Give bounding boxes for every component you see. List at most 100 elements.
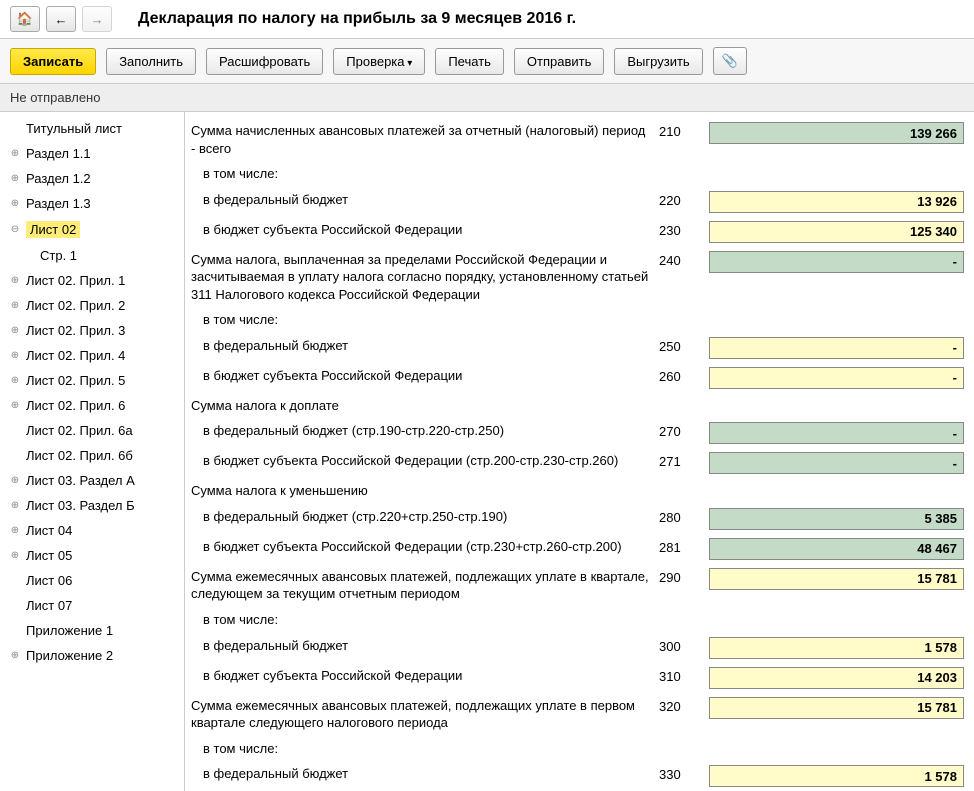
blank-icon bbox=[8, 424, 22, 438]
sidebar-item[interactable]: ⊕Лист 02. Прил. 2 bbox=[0, 293, 184, 318]
expand-icon[interactable]: ⊕ bbox=[8, 524, 22, 538]
row-label: Сумма налога, выплаченная за пределами Р… bbox=[185, 251, 659, 304]
sidebar-item[interactable]: Титульный лист bbox=[0, 116, 184, 141]
sidebar-item[interactable]: ⊕Лист 03. Раздел Б bbox=[0, 493, 184, 518]
fill-button[interactable]: Заполнить bbox=[106, 48, 196, 75]
sidebar-item[interactable]: ⊕Приложение 2 bbox=[0, 643, 184, 668]
expand-icon[interactable]: ⊕ bbox=[8, 499, 22, 513]
sidebar-item[interactable]: ⊕Лист 02. Прил. 6 bbox=[0, 393, 184, 418]
sidebar-item-label: Лист 02. Прил. 4 bbox=[26, 348, 125, 363]
row-label: в федеральный бюджет bbox=[185, 191, 659, 209]
row-label: в бюджет субъекта Российской Федерации bbox=[185, 367, 659, 385]
sidebar-item[interactable]: Приложение 1 bbox=[0, 618, 184, 643]
expand-icon[interactable]: ⊕ bbox=[8, 274, 22, 288]
row-label: в федеральный бюджет bbox=[185, 765, 659, 783]
sidebar-item-label: Раздел 1.3 bbox=[26, 196, 91, 211]
row-code: 300 bbox=[659, 637, 709, 654]
row-label: Сумма ежемесячных авансовых платежей, по… bbox=[185, 697, 659, 732]
row-label: в бюджет субъекта Российской Федерации (… bbox=[185, 452, 659, 470]
value-field[interactable] bbox=[709, 637, 964, 659]
row-code: 250 bbox=[659, 337, 709, 354]
value-field[interactable] bbox=[709, 422, 964, 444]
value-field[interactable] bbox=[709, 337, 964, 359]
expand-icon[interactable]: ⊕ bbox=[8, 549, 22, 563]
value-field[interactable] bbox=[709, 765, 964, 787]
sidebar-item[interactable]: ⊕ Раздел 1.2 bbox=[0, 166, 184, 191]
row-code: 260 bbox=[659, 367, 709, 384]
value-field[interactable] bbox=[709, 508, 964, 530]
value-field[interactable] bbox=[709, 667, 964, 689]
row-code: 320 bbox=[659, 697, 709, 714]
sidebar-item-label: Раздел 1.2 bbox=[26, 171, 91, 186]
expand-icon[interactable]: ⊕ bbox=[8, 299, 22, 313]
expand-icon[interactable]: ⊕ bbox=[8, 474, 22, 488]
row-label: в федеральный бюджет (стр.190-стр.220-ст… bbox=[185, 422, 659, 440]
expand-icon[interactable]: ⊕ bbox=[8, 147, 22, 161]
sidebar-item-label: Лист 02. Прил. 6б bbox=[26, 448, 133, 463]
expand-icon[interactable]: ⊕ bbox=[8, 399, 22, 413]
check-button[interactable]: Проверка bbox=[333, 48, 425, 75]
blank-icon bbox=[8, 624, 22, 638]
sidebar-item-label: Приложение 1 bbox=[26, 623, 113, 638]
form-row: в том числе: bbox=[185, 607, 964, 633]
value-field[interactable] bbox=[709, 697, 964, 719]
home-button[interactable]: 🏠 bbox=[10, 6, 40, 32]
collapse-icon[interactable]: ⊖ bbox=[8, 223, 22, 237]
value-field[interactable] bbox=[709, 251, 964, 273]
sidebar-item[interactable]: ⊖Лист 02 bbox=[0, 216, 184, 243]
form-row: в том числе: bbox=[185, 307, 964, 333]
sidebar-item[interactable]: ⊕ Раздел 1.3 bbox=[0, 191, 184, 216]
value-field[interactable] bbox=[709, 191, 964, 213]
expand-icon[interactable]: ⊕ bbox=[8, 172, 22, 186]
forward-button[interactable]: → bbox=[82, 6, 112, 32]
sidebar-item[interactable]: Лист 07 bbox=[0, 593, 184, 618]
sidebar-item[interactable]: Лист 06 bbox=[0, 568, 184, 593]
sidebar-item-label: Лист 07 bbox=[26, 598, 72, 613]
row-label: Сумма налога к доплате bbox=[185, 397, 964, 415]
sidebar-item-label: Титульный лист bbox=[26, 121, 122, 136]
blank-icon bbox=[8, 574, 22, 588]
row-label: Сумма начисленных авансовых платежей за … bbox=[185, 122, 659, 157]
expand-icon[interactable]: ⊕ bbox=[8, 324, 22, 338]
value-field[interactable] bbox=[709, 568, 964, 590]
row-label: в том числе: bbox=[185, 165, 964, 183]
sidebar-item[interactable]: ⊕Лист 05 bbox=[0, 543, 184, 568]
row-label: в федеральный бюджет bbox=[185, 337, 659, 355]
save-button[interactable]: Записать bbox=[10, 48, 96, 75]
page-title: Декларация по налогу на прибыль за 9 мес… bbox=[138, 10, 576, 28]
sidebar-item-label: Раздел 1.1 bbox=[26, 146, 91, 161]
blank-icon bbox=[8, 449, 22, 463]
expand-icon[interactable]: ⊕ bbox=[8, 374, 22, 388]
topbar: 🏠 ← → Декларация по налогу на прибыль за… bbox=[0, 0, 974, 39]
expand-icon[interactable]: ⊕ bbox=[8, 649, 22, 663]
row-label: в бюджет субъекта Российской Федерации bbox=[185, 667, 659, 685]
sidebar-item[interactable]: Лист 02. Прил. 6а bbox=[0, 418, 184, 443]
sidebar-item[interactable]: ⊕ Раздел 1.1 bbox=[0, 141, 184, 166]
row-code: 240 bbox=[659, 251, 709, 268]
sidebar-item[interactable]: ⊕Лист 02. Прил. 5 bbox=[0, 368, 184, 393]
sidebar-item[interactable]: ⊕Лист 04 bbox=[0, 518, 184, 543]
expand-icon[interactable]: ⊕ bbox=[8, 349, 22, 363]
sidebar-item[interactable]: ⊕Лист 03. Раздел А bbox=[0, 468, 184, 493]
row-code: 330 bbox=[659, 765, 709, 782]
export-button[interactable]: Выгрузить bbox=[614, 48, 702, 75]
attach-button[interactable]: 📎 bbox=[713, 47, 747, 75]
send-button[interactable]: Отправить bbox=[514, 48, 604, 75]
sidebar-item[interactable]: Лист 02. Прил. 6б bbox=[0, 443, 184, 468]
sidebar-item[interactable]: ⊕ Лист 02. Прил. 4 bbox=[0, 343, 184, 368]
row-label: Сумма налога к уменьшению bbox=[185, 482, 964, 500]
value-field[interactable] bbox=[709, 367, 964, 389]
status-bar: Не отправлено bbox=[0, 84, 974, 112]
form-row: в федеральный бюджет250 bbox=[185, 333, 964, 363]
print-button[interactable]: Печать bbox=[435, 48, 504, 75]
value-field[interactable] bbox=[709, 452, 964, 474]
expand-button[interactable]: Расшифровать bbox=[206, 48, 323, 75]
sidebar-item[interactable]: ⊕Лист 02. Прил. 1 bbox=[0, 268, 184, 293]
value-field[interactable] bbox=[709, 122, 964, 144]
value-field[interactable] bbox=[709, 538, 964, 560]
sidebar-item[interactable]: ⊕Лист 02. Прил. 3 bbox=[0, 318, 184, 343]
sidebar-item-child[interactable]: Стр. 1 bbox=[0, 243, 184, 268]
value-field[interactable] bbox=[709, 221, 964, 243]
expand-icon[interactable]: ⊕ bbox=[8, 197, 22, 211]
back-button[interactable]: ← bbox=[46, 6, 76, 32]
